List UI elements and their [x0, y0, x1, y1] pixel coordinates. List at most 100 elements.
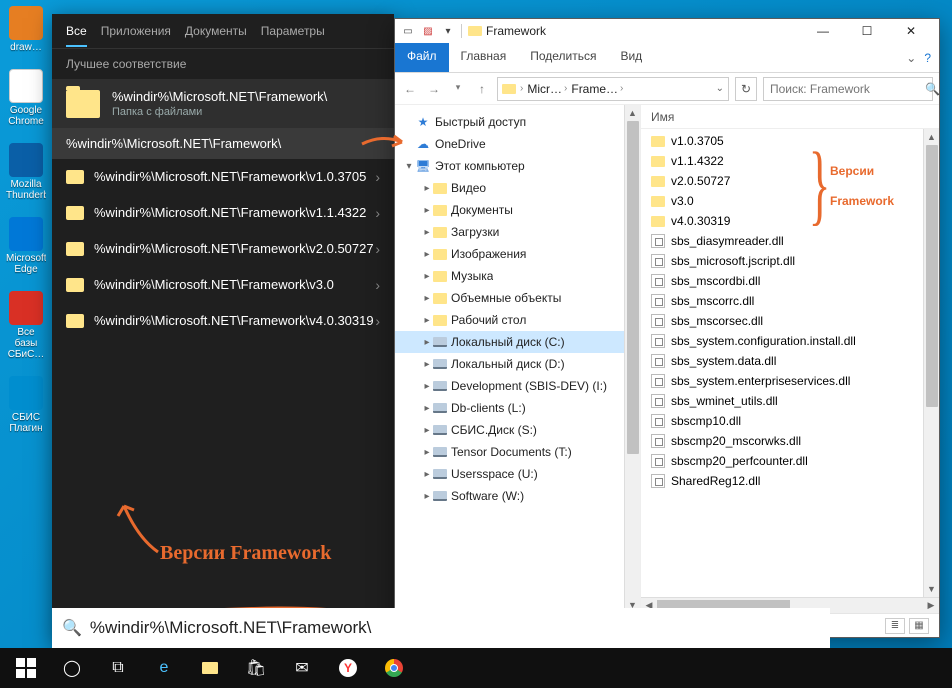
- tree-item[interactable]: ▸Документы: [395, 199, 640, 221]
- tree-twisty-icon[interactable]: ▸: [421, 425, 433, 436]
- file-item[interactable]: SharedReg12.dll: [641, 471, 939, 491]
- explorer-search[interactable]: 🔍: [763, 77, 933, 101]
- refresh-button[interactable]: ↻: [735, 77, 757, 101]
- file-item[interactable]: v1.1.4322: [641, 151, 939, 171]
- tree-twisty-icon[interactable]: ▸: [421, 337, 433, 348]
- file-item[interactable]: sbs_wminet_utils.dll: [641, 391, 939, 411]
- taskbar-store-icon[interactable]: 🛍: [234, 648, 278, 688]
- close-button[interactable]: ✕: [889, 19, 933, 43]
- ribbon-home[interactable]: Главная: [449, 43, 519, 72]
- search-result-item[interactable]: %windir%\Microsoft.NET\Framework\v3.0›: [52, 267, 394, 303]
- file-scrollbar[interactable]: ▲ ▼: [923, 129, 939, 597]
- tree-twisty-icon[interactable]: ▸: [421, 403, 433, 414]
- chevron-right-icon[interactable]: ›: [564, 83, 567, 94]
- nav-back-icon[interactable]: ←: [401, 82, 419, 96]
- tree-item[interactable]: ▸Software (W:): [395, 485, 640, 507]
- start-button[interactable]: [4, 648, 48, 688]
- tree-twisty-icon[interactable]: ▸: [421, 205, 433, 216]
- desktop-icon[interactable]: Microsoft Edge: [6, 217, 46, 275]
- tree-twisty-icon[interactable]: ▸: [421, 381, 433, 392]
- best-match-item[interactable]: %windir%\Microsoft.NET\Framework\ Папка …: [52, 79, 394, 128]
- chevron-right-icon[interactable]: ›: [620, 83, 623, 94]
- file-item[interactable]: v4.0.30319: [641, 211, 939, 231]
- chevron-right-icon[interactable]: ›: [375, 277, 380, 293]
- file-item[interactable]: sbs_mscorsec.dll: [641, 311, 939, 331]
- chevron-right-icon[interactable]: ›: [375, 313, 380, 329]
- file-item[interactable]: sbscmp20_perfcounter.dll: [641, 451, 939, 471]
- file-item[interactable]: sbscmp10.dll: [641, 411, 939, 431]
- search-result-item[interactable]: %windir%\Microsoft.NET\Framework\v1.1.43…: [52, 195, 394, 231]
- tree-item[interactable]: ▾🖥Этот компьютер: [395, 155, 640, 177]
- breadcrumb-seg[interactable]: Micr…: [527, 82, 562, 96]
- tree-item[interactable]: ▸Объемные объекты: [395, 287, 640, 309]
- file-item[interactable]: sbscmp20_mscorwks.dll: [641, 431, 939, 451]
- file-item[interactable]: sbs_system.configuration.install.dll: [641, 331, 939, 351]
- desktop-icon[interactable]: draw…: [6, 6, 46, 53]
- qat-properties-icon[interactable]: ▭: [401, 24, 415, 38]
- minimize-button[interactable]: —: [801, 19, 845, 43]
- chevron-right-icon[interactable]: ›: [375, 205, 380, 221]
- chevron-right-icon[interactable]: ›: [375, 169, 380, 185]
- tab-docs[interactable]: Документы: [185, 24, 247, 38]
- taskbar-search[interactable]: 🔍: [52, 608, 830, 648]
- column-header[interactable]: Имя: [641, 105, 939, 129]
- ribbon-expand-icon[interactable]: ⌄: [906, 51, 916, 65]
- scroll-up-icon[interactable]: ▲: [625, 105, 640, 121]
- taskbar-chrome-icon[interactable]: [372, 648, 416, 688]
- file-item[interactable]: sbs_mscordbi.dll: [641, 271, 939, 291]
- scroll-up-icon[interactable]: ▲: [924, 129, 939, 145]
- nav-up-icon[interactable]: ↑: [473, 82, 491, 96]
- file-item[interactable]: sbs_mscorrc.dll: [641, 291, 939, 311]
- search-result-item[interactable]: %windir%\Microsoft.NET\Framework\v1.0.37…: [52, 159, 394, 195]
- tree-twisty-icon[interactable]: ▸: [421, 469, 433, 480]
- tree-twisty-icon[interactable]: ▸: [421, 315, 433, 326]
- file-item[interactable]: v3.0: [641, 191, 939, 211]
- desktop-icon[interactable]: СБИС Плагин: [6, 376, 46, 434]
- taskbar-mail-icon[interactable]: ✉: [280, 648, 324, 688]
- taskview-icon[interactable]: ⧉: [96, 648, 140, 688]
- tree-twisty-icon[interactable]: ▸: [421, 183, 433, 194]
- tree-twisty-icon[interactable]: ▸: [421, 271, 433, 282]
- tree-twisty-icon[interactable]: ▸: [421, 359, 433, 370]
- view-large-icon[interactable]: ▦: [909, 618, 929, 634]
- tree-item[interactable]: ▸Локальный диск (C:): [395, 331, 640, 353]
- cortana-icon[interactable]: ◯: [50, 648, 94, 688]
- tree-twisty-icon[interactable]: ▸: [421, 491, 433, 502]
- ribbon-help-icon[interactable]: ?: [924, 51, 931, 65]
- desktop-icon[interactable]: Google Chrome: [6, 69, 46, 127]
- scroll-right-icon[interactable]: ▶: [923, 600, 939, 611]
- chevron-right-icon[interactable]: ›: [375, 241, 380, 257]
- breadcrumb-seg[interactable]: Frame…: [571, 82, 618, 96]
- view-details-icon[interactable]: ≣: [885, 618, 905, 634]
- file-item[interactable]: sbs_diasymreader.dll: [641, 231, 939, 251]
- tree-item[interactable]: ▸Db-clients (L:): [395, 397, 640, 419]
- tree-twisty-icon[interactable]: ▸: [421, 293, 433, 304]
- scroll-down-icon[interactable]: ▼: [924, 581, 939, 597]
- tab-apps[interactable]: Приложения: [101, 24, 171, 38]
- tree-twisty-icon[interactable]: ▸: [421, 227, 433, 238]
- file-item[interactable]: sbs_system.enterpriseservices.dll: [641, 371, 939, 391]
- qat-dropdown-icon[interactable]: ▾: [441, 24, 455, 38]
- tree-item[interactable]: ▸Рабочий стол: [395, 309, 640, 331]
- taskbar-yandex-icon[interactable]: Y: [326, 648, 370, 688]
- tree-item[interactable]: ▸Видео: [395, 177, 640, 199]
- tree-twisty-icon[interactable]: ▸: [421, 447, 433, 458]
- taskbar-explorer-icon[interactable]: [188, 648, 232, 688]
- search-result-item[interactable]: %windir%\Microsoft.NET\Framework\v2.0.50…: [52, 231, 394, 267]
- breadcrumb-dropdown-icon[interactable]: ⌄: [716, 83, 724, 94]
- breadcrumb[interactable]: › Micr…› Frame…› ⌄: [497, 77, 729, 101]
- nav-recent-icon[interactable]: ▾: [449, 82, 467, 96]
- tab-params[interactable]: Параметры: [261, 24, 325, 38]
- taskbar-search-input[interactable]: [90, 618, 820, 638]
- tree-twisty-icon[interactable]: ▾: [403, 161, 415, 172]
- nav-forward-icon[interactable]: →: [425, 82, 443, 96]
- chevron-right-icon[interactable]: ›: [520, 83, 523, 94]
- tree-item[interactable]: ★Быстрый доступ: [395, 111, 640, 133]
- search-icon[interactable]: 🔍: [925, 82, 940, 96]
- file-item[interactable]: v2.0.50727: [641, 171, 939, 191]
- file-item[interactable]: v1.0.3705: [641, 131, 939, 151]
- ribbon-view[interactable]: Вид: [608, 43, 654, 72]
- tree-item[interactable]: ▸Музыка: [395, 265, 640, 287]
- qat-new-icon[interactable]: ▨: [421, 24, 435, 38]
- file-item[interactable]: sbs_microsoft.jscript.dll: [641, 251, 939, 271]
